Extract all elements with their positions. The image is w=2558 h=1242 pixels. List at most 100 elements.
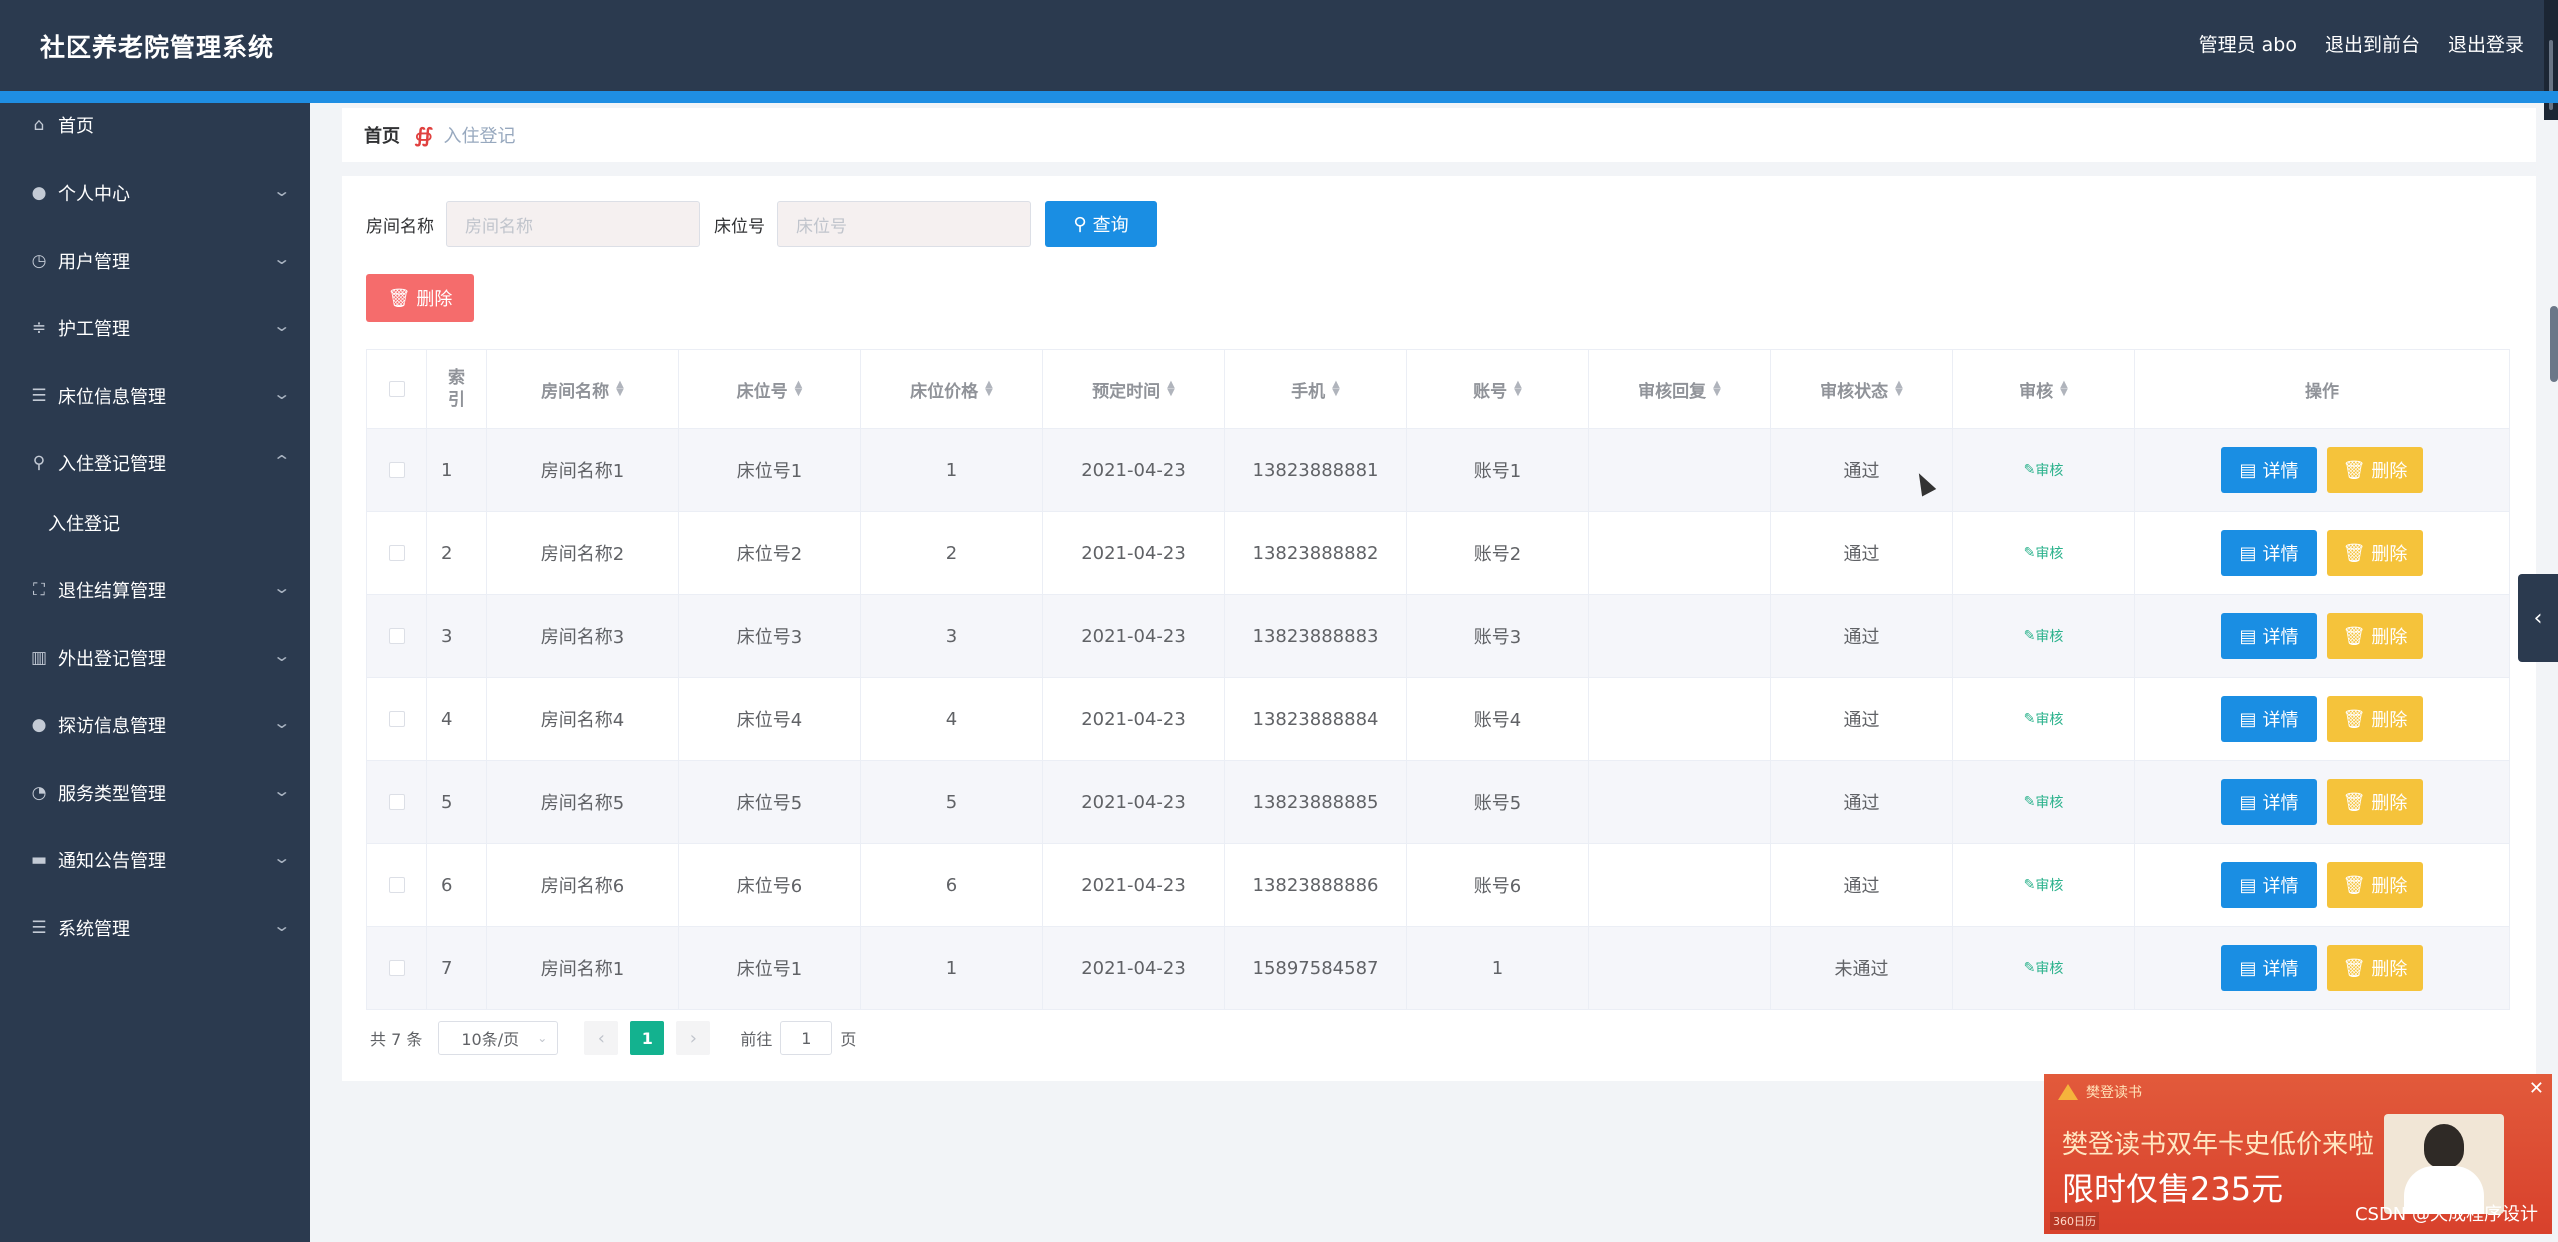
detail-button[interactable]: ▤ 详情 bbox=[2221, 696, 2317, 742]
cell-audit-reply bbox=[1589, 595, 1771, 677]
detail-button-label: 详情 bbox=[2262, 959, 2299, 980]
row-checkbox[interactable] bbox=[388, 794, 405, 810]
audit-link[interactable]: 审核 bbox=[2035, 709, 2063, 729]
sidebar-item-label: 退住结算管理 bbox=[58, 581, 166, 602]
detail-button[interactable]: ▤ 详情 bbox=[2221, 945, 2317, 991]
header-label: 审核状态 bbox=[1820, 381, 1889, 402]
header-bed-price[interactable]: 床位价格 ▲ ▼ bbox=[861, 350, 1043, 428]
goto-page-input[interactable]: 1 bbox=[780, 1021, 833, 1055]
cell-bed-price: 6 bbox=[861, 844, 1043, 926]
header-index: 索引 bbox=[427, 350, 487, 428]
audit-link[interactable]: 审核 bbox=[2035, 958, 2063, 978]
header-accent-bar bbox=[0, 91, 2558, 103]
select-all-checkbox[interactable] bbox=[388, 381, 405, 397]
collapse-side-panel-button[interactable]: ‹ bbox=[2518, 574, 2558, 662]
chevron-down-icon: ⌄ bbox=[271, 646, 291, 665]
cell-select bbox=[367, 595, 427, 677]
batch-delete-button[interactable]: 🗑 删除 bbox=[366, 274, 474, 322]
delete-button[interactable]: 🗑 删除 bbox=[2327, 945, 2423, 991]
row-checkbox[interactable] bbox=[388, 711, 405, 727]
cell-index: 2 bbox=[427, 512, 487, 594]
next-page-button[interactable]: › bbox=[676, 1021, 711, 1055]
exit-to-frontend-link[interactable]: 退出到前台 bbox=[2325, 30, 2420, 57]
header-room-name[interactable]: 房间名称 ▲ ▼ bbox=[487, 350, 679, 428]
close-icon[interactable]: ✕ bbox=[2529, 1078, 2544, 1099]
document-icon: ▤ bbox=[2239, 459, 2257, 481]
query-button[interactable]: ⚲ 查询 bbox=[1045, 201, 1157, 247]
delete-button[interactable]: 🗑 删除 bbox=[2327, 779, 2423, 825]
chevron-left-icon: ‹ bbox=[2533, 605, 2543, 631]
cell-audit-reply bbox=[1589, 927, 1771, 1009]
edit-icon: ✎ bbox=[2023, 462, 2036, 478]
prev-page-button[interactable]: ‹ bbox=[584, 1021, 619, 1055]
audit-link[interactable]: 审核 bbox=[2035, 460, 2063, 480]
ad-popup[interactable]: 樊登读书 樊登读书双年卡史低价来啦 限时仅售235元 ✕ 360日历 CSDN … bbox=[2044, 1074, 2552, 1234]
delete-button[interactable]: 🗑 删除 bbox=[2327, 696, 2423, 742]
audit-link[interactable]: 审核 bbox=[2035, 626, 2063, 646]
sidebar-item-outing-registration[interactable]: ▥ 外出登记管理 ⌄ bbox=[0, 638, 310, 678]
sidebar-item-checkin-management[interactable]: ⚲ 入住登记管理 ⌄ bbox=[0, 443, 310, 483]
cell-audit-status: 未通过 bbox=[1771, 927, 1953, 1009]
sidebar-item-notice[interactable]: ▬ 通知公告管理 ⌄ bbox=[0, 840, 310, 880]
cell-audit-reply bbox=[1589, 429, 1771, 511]
sidebar-item-visit-info[interactable]: ● 探访信息管理 ⌄ bbox=[0, 705, 310, 745]
header-audit-reply[interactable]: 审核回复 ▲ ▼ bbox=[1589, 350, 1771, 428]
cell-index: 5 bbox=[427, 761, 487, 843]
delete-button[interactable]: 🗑 删除 bbox=[2327, 530, 2423, 576]
cell-operations: ▤ 详情 🗑 删除 bbox=[2135, 678, 2509, 760]
document-icon: ▤ bbox=[2239, 625, 2257, 647]
header-booking-time[interactable]: 预定时间 ▲ ▼ bbox=[1043, 350, 1225, 428]
page-scrollbar-thumb[interactable] bbox=[2550, 306, 2558, 382]
sidebar-item-home[interactable]: ⌂ 首页 bbox=[0, 105, 310, 145]
sidebar-item-caregiver-management[interactable]: ≑ 护工管理 ⌄ bbox=[0, 308, 310, 348]
row-checkbox[interactable] bbox=[388, 960, 405, 976]
header-label: 房间名称 bbox=[541, 381, 610, 402]
header-label: 预定时间 bbox=[1092, 381, 1161, 402]
row-checkbox[interactable] bbox=[388, 877, 405, 893]
sidebar-subitem-checkin[interactable]: 入住登记 bbox=[0, 503, 310, 543]
user-icon: ● bbox=[31, 715, 47, 735]
detail-button[interactable]: ▤ 详情 bbox=[2221, 779, 2317, 825]
row-checkbox[interactable] bbox=[388, 462, 405, 478]
delete-button-label: 删除 bbox=[2371, 461, 2408, 482]
delete-button[interactable]: 🗑 删除 bbox=[2327, 862, 2423, 908]
detail-button[interactable]: ▤ 详情 bbox=[2221, 447, 2317, 493]
header-bed-number[interactable]: 床位号 ▲ ▼ bbox=[679, 350, 861, 428]
sidebar-item-user-management[interactable]: ◷ 用户管理 ⌄ bbox=[0, 241, 310, 281]
sidebar-item-personal-center[interactable]: ● 个人中心 ⌄ bbox=[0, 173, 310, 213]
room-name-label: 房间名称 bbox=[366, 216, 434, 237]
bed-number-label: 床位号 bbox=[714, 216, 765, 237]
page-size-select[interactable]: 10条/页 ⌄ bbox=[438, 1021, 559, 1055]
delete-button[interactable]: 🗑 删除 bbox=[2327, 613, 2423, 659]
audit-link[interactable]: 审核 bbox=[2035, 792, 2063, 812]
cell-bed-number: 床位号6 bbox=[679, 844, 861, 926]
detail-button[interactable]: ▤ 详情 bbox=[2221, 530, 2317, 576]
room-name-input[interactable]: 房间名称 bbox=[446, 201, 700, 247]
row-checkbox[interactable] bbox=[388, 545, 405, 561]
header-audit-status[interactable]: 审核状态 ▲ ▼ bbox=[1771, 350, 1953, 428]
header-audit[interactable]: 审核 ▲ ▼ bbox=[1953, 350, 2135, 428]
sidebar-item-system[interactable]: ☰ 系统管理 ⌄ bbox=[0, 908, 310, 948]
bar-chart-icon: ▥ bbox=[30, 648, 48, 668]
detail-button[interactable]: ▤ 详情 bbox=[2221, 613, 2317, 659]
delete-button[interactable]: 🗑 删除 bbox=[2327, 447, 2423, 493]
admin-user-label[interactable]: 管理员 abo bbox=[2199, 30, 2297, 57]
detail-button[interactable]: ▤ 详情 bbox=[2221, 862, 2317, 908]
row-checkbox[interactable] bbox=[388, 628, 405, 644]
table-body: 1 房间名称1 床位号1 1 2021-04-23 13823888881 账号1 通过 ✎ 审… bbox=[366, 429, 2510, 1010]
breadcrumb-home[interactable]: 首页 bbox=[364, 122, 400, 148]
header-phone[interactable]: 手机 ▲ ▼ bbox=[1225, 350, 1407, 428]
sidebar-item-bed-info-management[interactable]: ☰ 床位信息管理 ⌄ bbox=[0, 376, 310, 416]
detail-button-label: 详情 bbox=[2262, 544, 2299, 565]
chevron-down-icon: ⌄ bbox=[271, 249, 291, 268]
audit-link[interactable]: 审核 bbox=[2035, 543, 2063, 563]
page-number-current[interactable]: 1 bbox=[630, 1021, 665, 1055]
sidebar-item-service-type[interactable]: ◔ 服务类型管理 ⌄ bbox=[0, 773, 310, 813]
logout-link[interactable]: 退出登录 bbox=[2448, 30, 2524, 57]
chevron-right-icon: › bbox=[689, 1027, 697, 1049]
sidebar-item-checkout-settlement[interactable]: ⛶ 退住结算管理 ⌄ bbox=[0, 570, 310, 610]
bed-number-input[interactable]: 床位号 bbox=[777, 201, 1031, 247]
audit-link[interactable]: 审核 bbox=[2035, 875, 2063, 895]
delete-button-label: 删除 bbox=[2371, 876, 2408, 897]
header-account[interactable]: 账号 ▲ ▼ bbox=[1407, 350, 1589, 428]
